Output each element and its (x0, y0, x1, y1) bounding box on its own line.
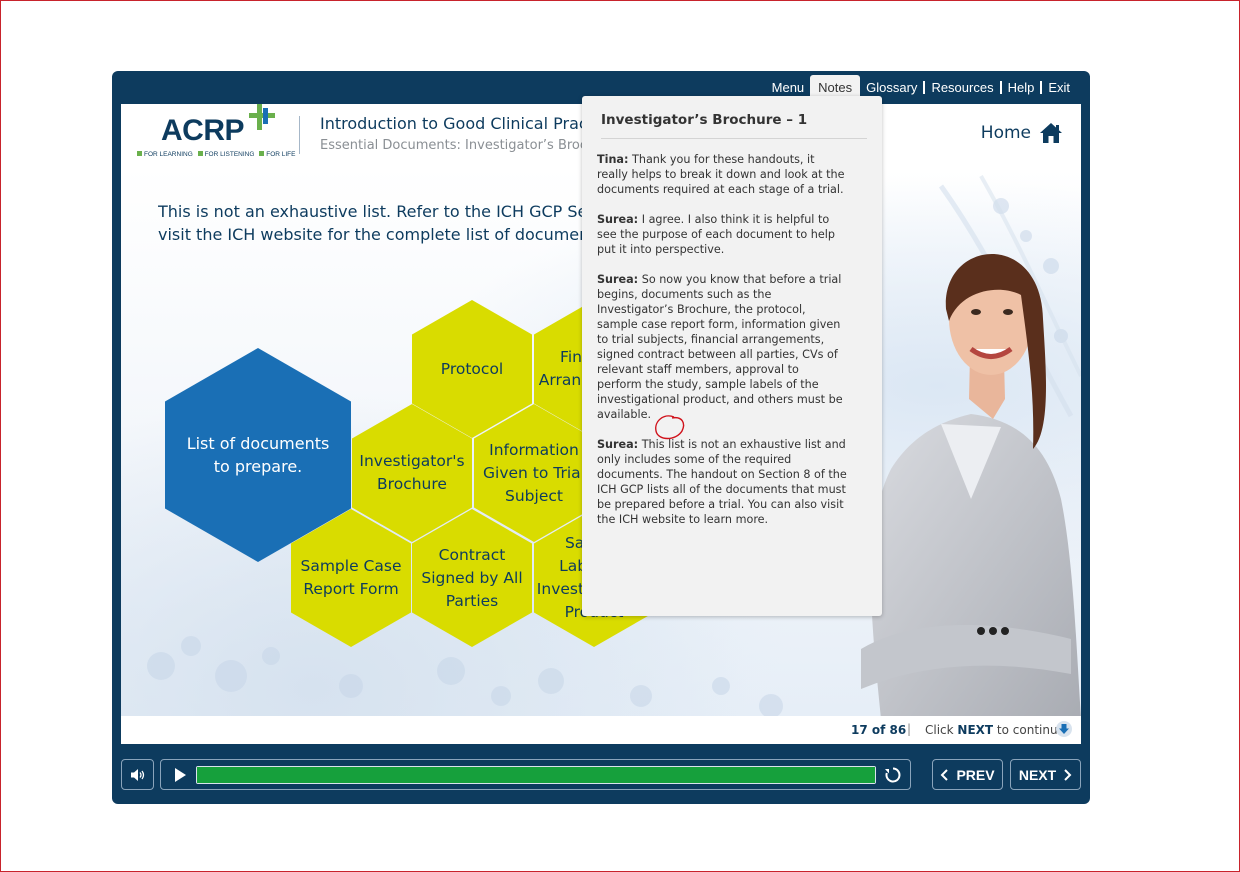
footer-separator: | (907, 722, 912, 736)
volume-button[interactable] (121, 759, 154, 790)
play-icon[interactable] (173, 767, 187, 783)
continue-hint: Click NEXT to continue. (925, 723, 1069, 737)
home-button[interactable]: Home (981, 122, 1063, 144)
down-arrow-icon (1056, 721, 1072, 737)
page-counter: 17 of 86 (851, 723, 907, 737)
notes-title: Investigator’s Brochure – 1 (601, 112, 867, 139)
course-subtitle: Essential Documents: Investigator’s Broc… (320, 138, 617, 153)
logo-cross-icon (249, 104, 275, 130)
notes-panel: Investigator’s Brochure – 1 Tina: Thank … (582, 96, 882, 616)
red-circle-annotation (655, 415, 685, 440)
notes-paragraph: Tina: Thank you for these handouts, it r… (597, 153, 845, 196)
progress-track[interactable] (196, 766, 876, 784)
menu-item-resources[interactable]: Resources (925, 80, 999, 95)
header-divider (299, 116, 300, 154)
acrp-logo: ACRP FOR LEARNING FOR LISTENING FOR LIFE (137, 104, 296, 162)
prev-button[interactable]: PREV (932, 759, 1003, 790)
menu-item-menu[interactable]: Menu (766, 80, 811, 95)
speaker-icon (130, 768, 144, 781)
notes-paragraph: Surea: I agree. I also think it is helpf… (597, 213, 835, 256)
next-button[interactable]: NEXT (1010, 759, 1081, 790)
next-label: NEXT (1018, 766, 1057, 783)
menu-item-glossary[interactable]: Glossary (860, 80, 923, 95)
menu-item-help[interactable]: Help (1002, 80, 1041, 95)
chevron-right-icon (1064, 768, 1072, 781)
notes-paragraph: Surea: This list is not an exhaustive li… (597, 438, 847, 526)
notes-body: Tina: Thank you for these handouts, it r… (597, 152, 847, 542)
slide-footer: 17 of 86 | Click NEXT to continue. (121, 716, 1081, 744)
prev-label: PREV (956, 766, 995, 783)
chevron-left-icon (941, 768, 949, 781)
home-icon (1040, 123, 1062, 143)
replay-icon[interactable] (884, 766, 902, 784)
menu-item-exit[interactable]: Exit (1042, 80, 1076, 95)
notes-paragraph: Surea: So now you know that before a tri… (597, 273, 843, 421)
playback-bar (160, 759, 911, 790)
home-label: Home (980, 123, 1031, 143)
logo-tagline: FOR LEARNING FOR LISTENING FOR LIFE (137, 151, 296, 158)
course-title: Introduction to Good Clinical Practice (320, 114, 618, 133)
progress-fill (197, 767, 875, 783)
